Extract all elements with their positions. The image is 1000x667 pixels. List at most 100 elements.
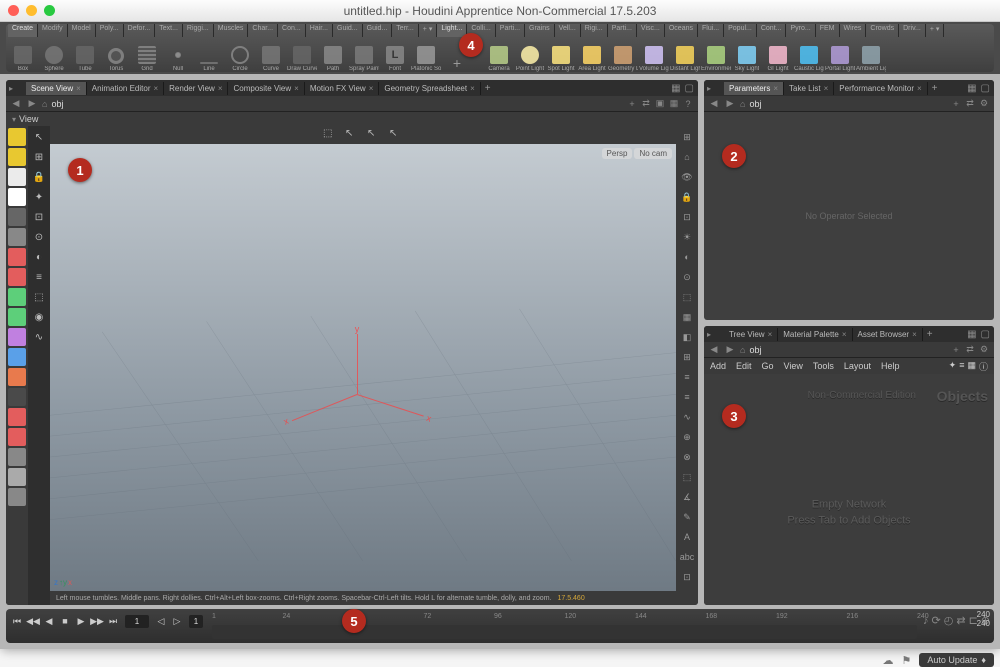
shelf-tool-portal-light[interactable]: Portal Light	[825, 39, 855, 72]
shelf-tab[interactable]: Defor...	[124, 24, 156, 37]
left-tool-11[interactable]	[8, 348, 26, 366]
warn-icon[interactable]: ⚑	[901, 654, 911, 667]
pin-icon[interactable]: +	[950, 98, 962, 110]
viewport[interactable]: Persp No cam z↑yx	[50, 144, 676, 591]
close-icon[interactable]: ×	[76, 84, 81, 93]
prev-frame-button[interactable]: ◀◀	[26, 614, 40, 628]
close-icon[interactable]: ×	[824, 84, 829, 93]
display-opt-14[interactable]: ∿	[678, 408, 696, 426]
network-path[interactable]: obj	[749, 345, 761, 355]
shelf-tab[interactable]: Muscles	[214, 24, 249, 37]
shelf-tab[interactable]: Parti...	[608, 24, 637, 37]
shelf-tab[interactable]: Guid...	[333, 24, 363, 37]
display-opt-21[interactable]: abc	[678, 548, 696, 566]
stop-button[interactable]: ■	[58, 614, 72, 628]
snap-tool-6[interactable]: ◐	[30, 248, 48, 266]
close-icon[interactable]: ×	[912, 330, 917, 339]
shelf-tool-camera[interactable]: Camera	[484, 39, 514, 72]
shelf-tool-box[interactable]: Box	[8, 39, 38, 72]
shelf-tab[interactable]: Text...	[155, 24, 183, 37]
display-opt-10[interactable]: ◧	[678, 328, 696, 346]
display-opt-13[interactable]: ≡	[678, 388, 696, 406]
display-opt-11[interactable]: ⊞	[678, 348, 696, 366]
shelf-tab[interactable]: Model	[68, 24, 96, 37]
menu-tools[interactable]: Tools	[813, 361, 834, 371]
tab-performance-monitor[interactable]: Performance Monitor×	[834, 82, 927, 95]
display-opt-12[interactable]: ≡	[678, 368, 696, 386]
display-opt-4[interactable]: ⊡	[678, 208, 696, 226]
minimize-icon[interactable]	[26, 5, 37, 16]
current-frame[interactable]: 1	[125, 615, 149, 628]
display-opt-18[interactable]: ∡	[678, 488, 696, 506]
menu-go[interactable]: Go	[762, 361, 774, 371]
back-button[interactable]: ◀	[708, 98, 720, 110]
shelf-tab[interactable]: Oceans	[665, 24, 698, 37]
play-button[interactable]: ▶	[74, 614, 88, 628]
shelf-tab[interactable]: Terr...	[392, 24, 419, 37]
auto-update-dropdown[interactable]: Auto Update♦	[919, 653, 994, 667]
tab-asset-browser[interactable]: Asset Browser×	[853, 328, 923, 341]
prev-key-button[interactable]: ◁	[154, 614, 168, 628]
tab-tree-view[interactable]: Tree View×	[724, 328, 778, 341]
display-opt-19[interactable]: ✎	[678, 508, 696, 526]
shelf-tool-spray-paint[interactable]: Spray Paint	[349, 39, 379, 72]
pane-menu-icon[interactable]: ▦	[967, 83, 976, 94]
start-frame[interactable]: 1	[189, 615, 203, 628]
shelf-add-icon[interactable]: + ▾	[926, 24, 945, 37]
shelf-tab[interactable]: Create	[8, 24, 38, 37]
wrench-icon[interactable]: ✦	[949, 360, 957, 373]
close-icon[interactable]: ×	[768, 330, 773, 339]
left-tool-14[interactable]	[8, 408, 26, 426]
tab-scene-view[interactable]: Scene View×	[26, 82, 87, 95]
shelf-tool-platonic-solids[interactable]: Platonic Solids	[411, 39, 441, 72]
pane-max-icon[interactable]: ▢	[981, 329, 990, 340]
shelf-tab[interactable]: Wires	[840, 24, 867, 37]
left-tool-5[interactable]	[8, 228, 26, 246]
lasso-icon[interactable]: ↖	[367, 128, 381, 142]
tab-parameters[interactable]: Parameters×	[724, 82, 784, 95]
left-tool-10[interactable]	[8, 328, 26, 346]
shelf-tool-curve[interactable]: Curve	[256, 39, 286, 72]
display-opt-2[interactable]: 👁	[678, 168, 696, 186]
clock-icon[interactable]: ◴	[944, 614, 954, 627]
display-opt-6[interactable]: ◐	[678, 248, 696, 266]
display-opt-17[interactable]: ⬚	[678, 468, 696, 486]
close-icon[interactable]: ×	[294, 84, 299, 93]
display-opt-7[interactable]: ⊙	[678, 268, 696, 286]
snap-tool-4[interactable]: ⊡	[30, 208, 48, 226]
shelf-tab[interactable]: Crowds	[866, 24, 899, 37]
tab-arrow-icon[interactable]: ▸	[9, 81, 23, 95]
left-tool-3[interactable]	[8, 188, 26, 206]
nocam-badge[interactable]: No cam	[634, 148, 672, 159]
maximize-icon[interactable]	[44, 5, 55, 16]
shelf-tool-geometry-light[interactable]: Geometry Light	[608, 39, 638, 72]
shelf-tool-caustic-light[interactable]: Caustic Light	[794, 39, 824, 72]
back-button[interactable]: ◀	[708, 344, 720, 356]
tab-animation-editor[interactable]: Animation Editor×	[87, 82, 164, 95]
shelf-tool-area-light[interactable]: Area Light	[577, 39, 607, 72]
link-icon[interactable]: ⇄	[964, 344, 976, 356]
display-opt-3[interactable]: 🔒	[678, 188, 696, 206]
shelf-tab[interactable]: FEM	[816, 24, 840, 37]
timeline[interactable]: 5 124487296120144168192216240	[212, 613, 917, 641]
first-frame-button[interactable]: ⏮	[10, 614, 24, 628]
left-tool-12[interactable]	[8, 368, 26, 386]
left-tool-15[interactable]	[8, 428, 26, 446]
help-icon[interactable]: ?	[682, 98, 694, 110]
loop-icon[interactable]: ⇄	[956, 614, 965, 627]
snap-tool-3[interactable]: ✦	[30, 188, 48, 206]
add-tab-button[interactable]: +	[928, 83, 942, 94]
display-opt-22[interactable]: ⊡	[678, 568, 696, 586]
shelf-tab[interactable]: Guid...	[363, 24, 393, 37]
shelf-tab[interactable]: Modify	[38, 24, 68, 37]
left-tool-8[interactable]	[8, 288, 26, 306]
display-opt-0[interactable]: ⊞	[678, 128, 696, 146]
shelf-tool-sky-light[interactable]: Sky Light	[732, 39, 762, 72]
shelf-tool-font[interactable]: LFont	[380, 39, 410, 72]
shelf-add-icon[interactable]: + ▾	[419, 24, 438, 37]
close-icon[interactable]: ×	[470, 84, 475, 93]
shelf-tab[interactable]: Cont...	[757, 24, 787, 37]
snap-tool-0[interactable]: ↖	[30, 128, 48, 146]
snap-tool-5[interactable]: ⊙	[30, 228, 48, 246]
realtime-icon[interactable]: ⟳	[932, 614, 941, 627]
